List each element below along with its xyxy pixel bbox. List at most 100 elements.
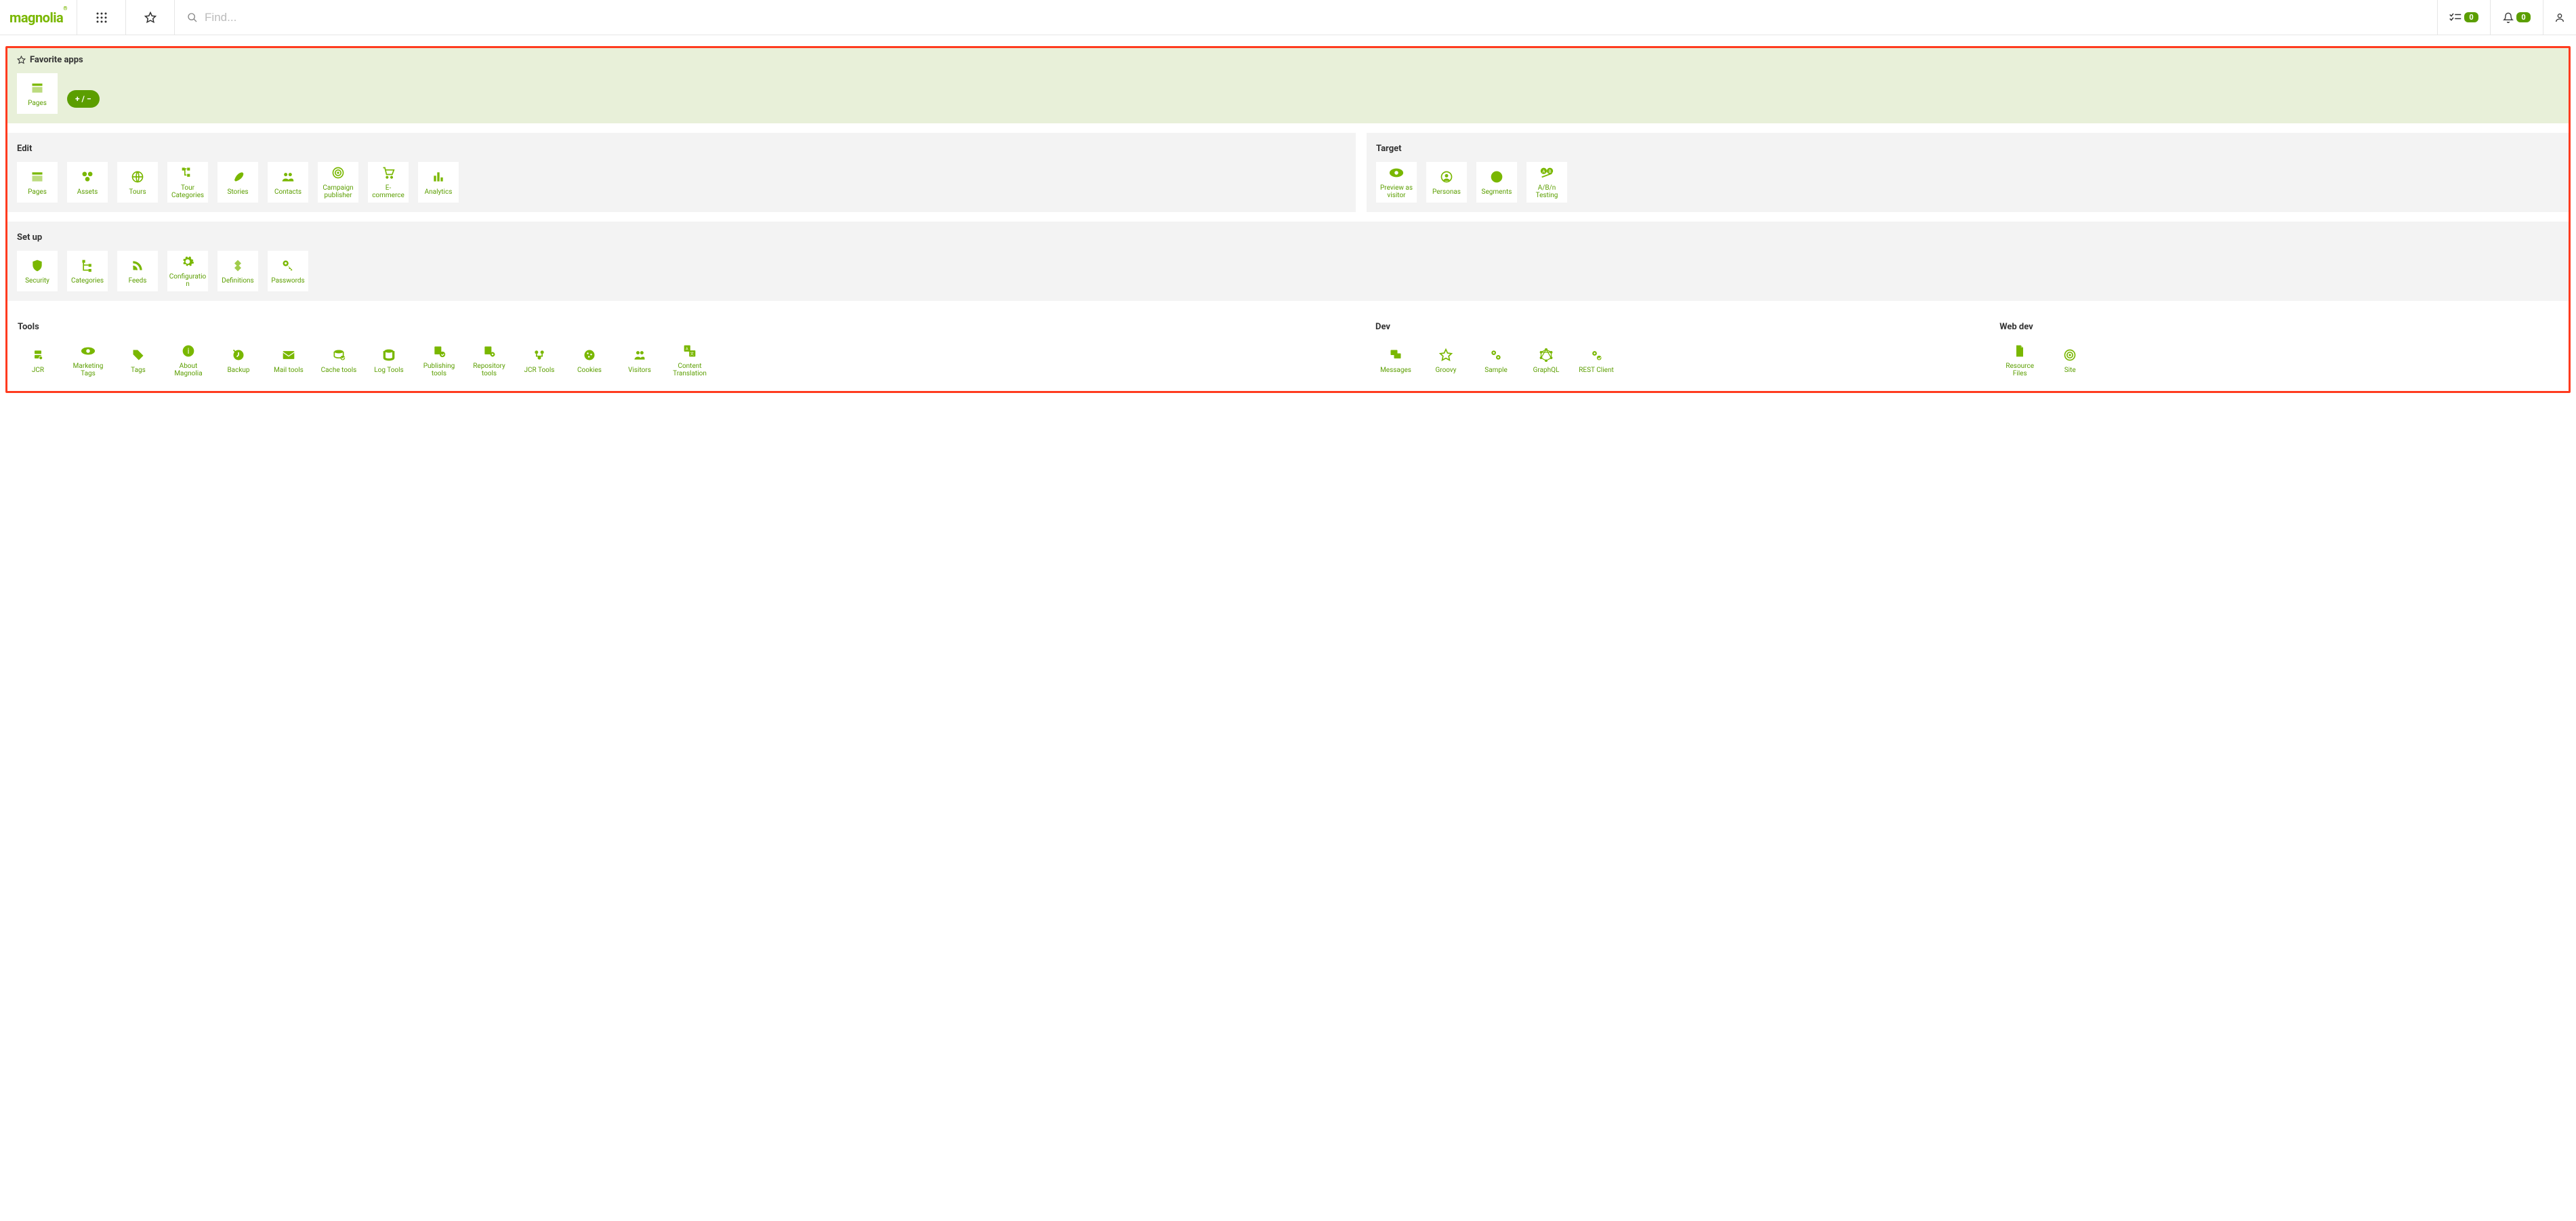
file-icon — [2012, 344, 2027, 358]
search-cell[interactable] — [175, 0, 2438, 35]
dev-tile-graphql[interactable]: GraphQL — [1526, 340, 1566, 381]
edit-tile-e-commerce[interactable]: E-commerce — [368, 162, 409, 203]
notif-badge: 0 — [2516, 12, 2530, 22]
setup-tile-definitions[interactable]: Definitions — [217, 251, 258, 291]
cache-icon — [331, 348, 346, 363]
setup-tile-feeds[interactable]: Feeds — [117, 251, 158, 291]
tools-tile-repository-tools[interactable]: Repository tools — [469, 340, 510, 381]
search-input[interactable] — [205, 11, 2425, 24]
tools-tile-log-tools[interactable]: Log Tools — [369, 340, 409, 381]
tile-label: Messages — [1380, 367, 1411, 374]
dev-tile-groovy[interactable]: Groovy — [1426, 340, 1466, 381]
logo-cell[interactable]: magnolia® — [0, 0, 77, 35]
setup-tile-categories[interactable]: Categories — [67, 251, 108, 291]
star-icon — [1438, 348, 1453, 363]
pages-icon — [30, 169, 45, 184]
backup-icon — [231, 348, 246, 363]
dev-tile-sample[interactable]: Sample — [1476, 340, 1516, 381]
svg-text:i: i — [188, 346, 190, 356]
tile-label: Visitors — [628, 367, 651, 374]
tools-tile-backup[interactable]: Backup — [218, 340, 259, 381]
edit-tile-analytics[interactable]: Analytics — [418, 162, 459, 203]
edit-tiles: Pages AssetsToursTour CategoriesStories Co… — [17, 162, 1346, 203]
tools-tile-jcr-tools[interactable]: JCR Tools — [519, 340, 560, 381]
target-icon — [331, 165, 346, 180]
shield-icon — [30, 258, 45, 273]
tools-tile-visitors[interactable]: Visitors — [619, 340, 660, 381]
tools-tile-cache-tools[interactable]: Cache tools — [318, 340, 359, 381]
favorites-button[interactable] — [126, 0, 175, 35]
log-icon — [381, 348, 396, 363]
tools-tile-publishing-tools[interactable]: Publishing tools — [419, 340, 459, 381]
target-tile-personas[interactable]: Personas — [1426, 162, 1467, 203]
tile-label: Configuration — [168, 273, 207, 288]
tools-tiles: JCRMarketing Tags Tags iAbout Magnolia Back… — [18, 340, 1346, 381]
edit-target-row: Edit PagesAssetsToursTour CategoriesStor… — [7, 133, 2569, 222]
edit-tile-tour-categories[interactable]: Tour Categories — [167, 162, 208, 203]
favorites-section: Favorite apps Pages + / − — [7, 48, 2569, 123]
target-tile-preview-as-visitor[interactable]: Preview as visitor — [1376, 162, 1417, 203]
tile-label: Sample — [1484, 367, 1508, 374]
edit-tile-campaign-publisher[interactable]: Campaign publisher — [318, 162, 358, 203]
target-tile-segments[interactable]: Segments — [1476, 162, 1517, 203]
apps-launcher-button[interactable] — [77, 0, 126, 35]
user-menu-button[interactable] — [2543, 0, 2576, 35]
setup-tile-security[interactable]: Security — [17, 251, 58, 291]
header-right: 0 0 — [2438, 0, 2576, 35]
tools-tile-cookies[interactable]: Cookies — [569, 340, 610, 381]
tools-dev-row: Tools JCRMarketing TagsTagsiAbout Magnol… — [7, 310, 2569, 391]
target-tile-a-b-n-testing[interactable]: ABA/B/n Testing — [1526, 162, 1567, 203]
tools-tile-tags[interactable]: Tags — [118, 340, 159, 381]
persona-icon — [1439, 169, 1454, 184]
target-tiles: Preview as visitorPersonasSegmentsABA/B/… — [1376, 162, 2559, 203]
dev-tile-messages[interactable]: Messages — [1375, 340, 1416, 381]
edit-tile-pages[interactable]: Pages — [17, 162, 58, 203]
diamond-icon — [230, 258, 245, 273]
tile-label: Repository tools — [470, 363, 508, 377]
tile-label: Pages — [28, 188, 47, 196]
edit-tile-stories[interactable]: Stories — [217, 162, 258, 203]
dev-tile-rest-client[interactable]: REST Client — [1576, 340, 1617, 381]
tools-tile-mail-tools[interactable]: Mail tools — [268, 340, 309, 381]
edit-tile-contacts[interactable]: Contacts — [268, 162, 308, 203]
webdev-tile-resource-files[interactable]: Resource Files — [1999, 340, 2040, 381]
setup-tile-passwords[interactable]: Passwords — [268, 251, 308, 291]
tile-label: Publishing tools — [420, 363, 458, 377]
setup-tile-configuration[interactable]: Configuration — [167, 251, 208, 291]
webdev-tile-site[interactable]: Site — [2050, 340, 2090, 381]
tools-tile-about-magnolia[interactable]: iAbout Magnolia — [168, 340, 209, 381]
target-section: Target Preview as visitorPersonasSegment… — [1367, 133, 2569, 212]
tools-section: Tools JCRMarketing TagsTagsiAbout Magnol… — [7, 310, 1356, 391]
rss-icon — [130, 258, 145, 273]
tile-label: Definitions — [222, 277, 253, 285]
setup-tiles: SecurityCategoriesFeeds Configuration Defi… — [17, 251, 2559, 291]
tile-label: Pages — [28, 100, 47, 107]
tile-label: Resource Files — [2001, 363, 2039, 377]
tile-label: Backup — [227, 367, 249, 374]
fav-tile-pages[interactable]: Pages — [17, 73, 58, 114]
edit-tile-tours[interactable]: Tours — [117, 162, 158, 203]
tile-label: Site — [2064, 367, 2076, 374]
feather-icon — [230, 169, 245, 184]
apps-grid-icon — [96, 12, 107, 23]
edit-section: Edit PagesAssetsToursTour CategoriesStor… — [7, 133, 1356, 212]
eye2-icon — [81, 344, 96, 358]
webdev-title: Web dev — [1999, 322, 2558, 332]
globe-icon — [130, 169, 145, 184]
tile-label: Contacts — [274, 188, 302, 196]
tile-label: GraphQL — [1533, 367, 1560, 374]
tile-label: Content Translation — [671, 363, 709, 377]
graphql-icon — [1539, 348, 1554, 363]
search-icon — [187, 12, 198, 23]
jcrtools-icon — [532, 348, 547, 363]
add-favorite-button[interactable]: + / − — [67, 90, 100, 108]
bell-icon — [2503, 12, 2514, 23]
tools-tile-marketing-tags[interactable]: Marketing Tags — [68, 340, 108, 381]
edit-tile-assets[interactable]: Assets — [67, 162, 108, 203]
tasks-button[interactable]: 0 — [2438, 0, 2491, 35]
tools-tile-content-translation[interactable]: A文Content Translation — [669, 340, 710, 381]
notifications-button[interactable]: 0 — [2491, 0, 2543, 35]
tools-tile-jcr[interactable]: JCR — [18, 340, 58, 381]
tile-label: Tags — [131, 367, 146, 374]
tile-label: Log Tools — [374, 367, 403, 374]
